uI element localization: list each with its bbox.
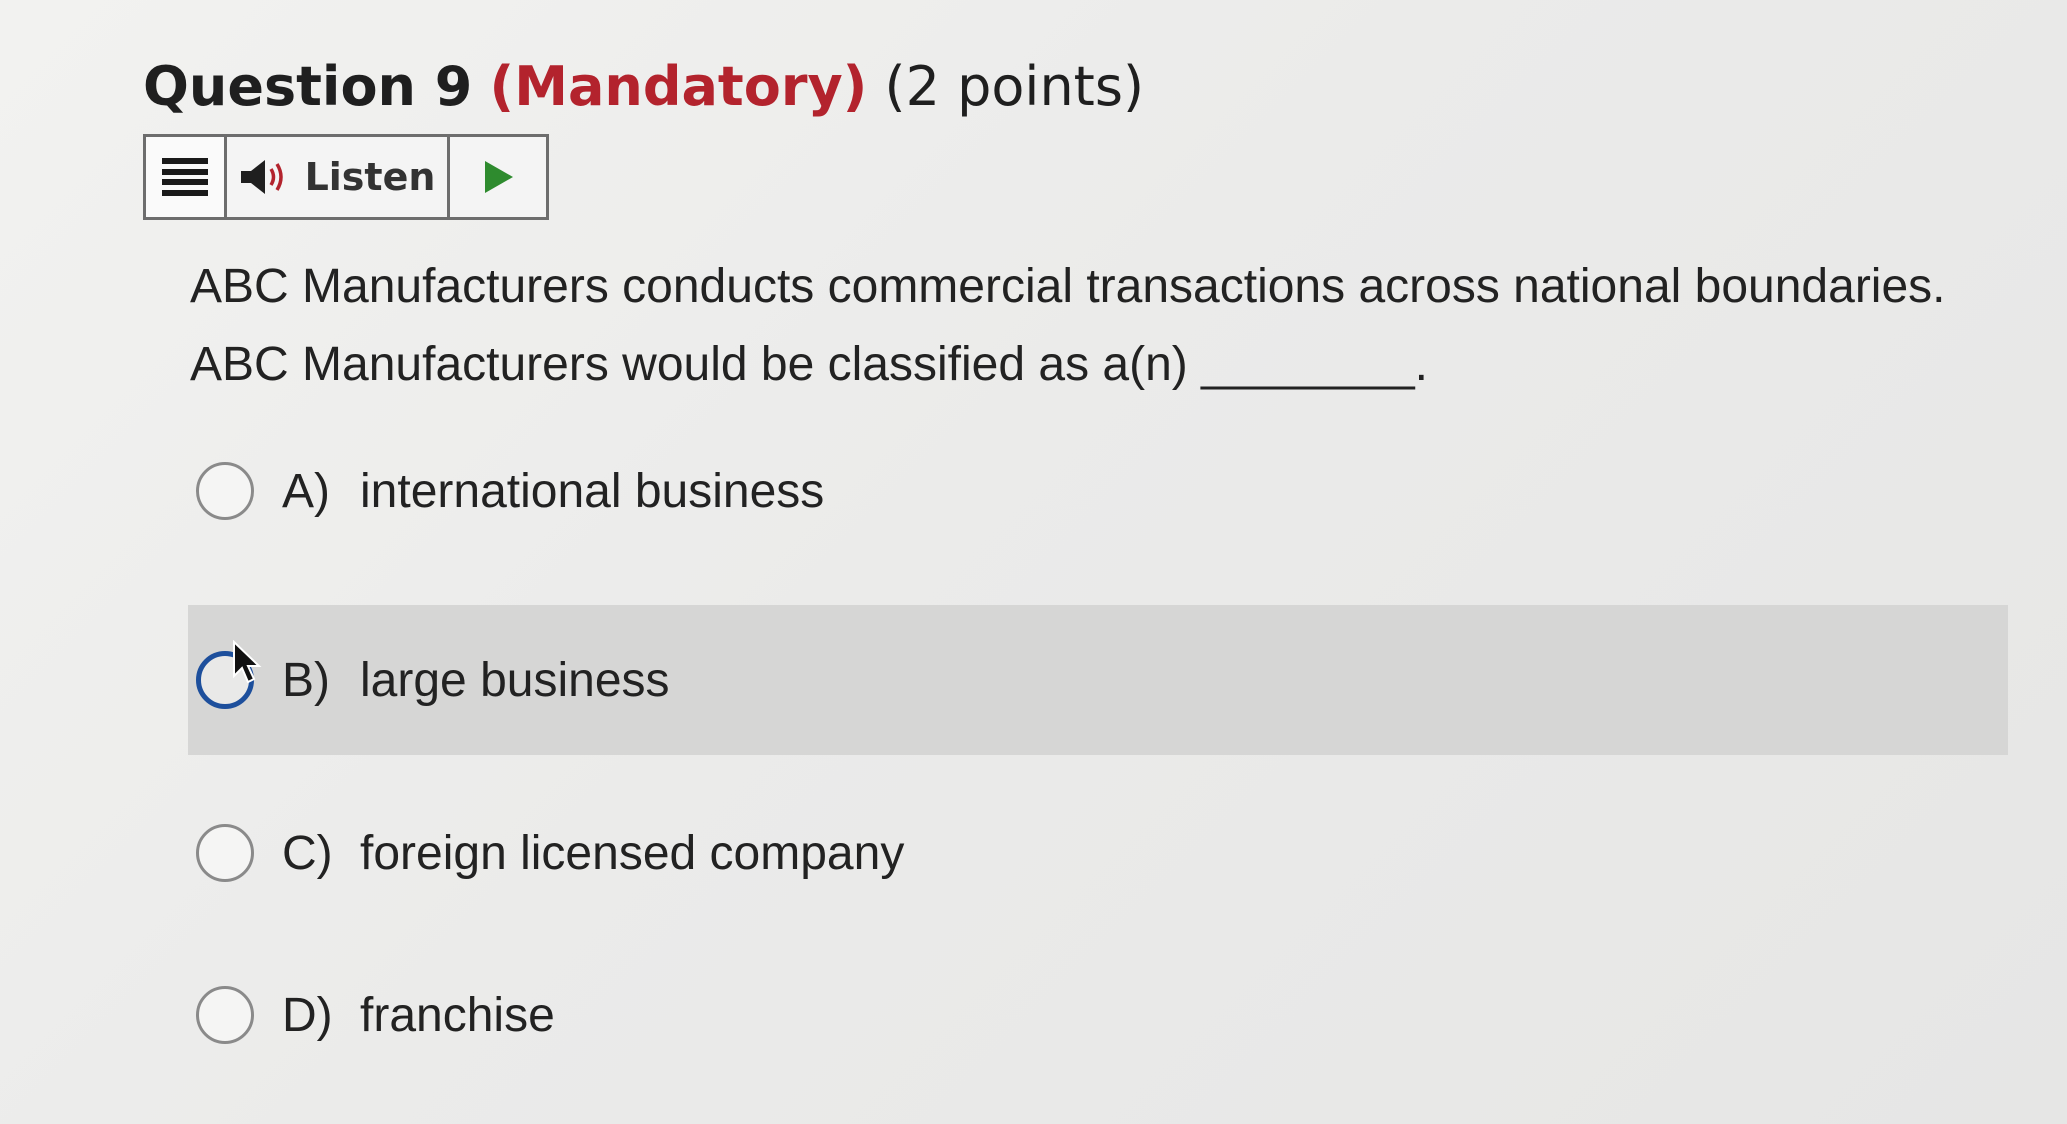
points-label: (2 points)	[884, 55, 1145, 118]
play-icon	[485, 161, 513, 193]
speaker-icon	[240, 160, 283, 194]
option-text: franchise	[360, 988, 555, 1042]
question-number: Question 9	[143, 55, 473, 118]
listen-toolbar: Listen	[143, 134, 549, 220]
option-letter: A)	[282, 464, 330, 518]
radio-button-d[interactable]	[196, 986, 254, 1044]
option-b[interactable]: B) large business	[188, 605, 2008, 755]
option-a[interactable]: A) international business	[188, 416, 2008, 566]
option-text: large business	[360, 653, 670, 707]
option-letter: C)	[282, 826, 333, 880]
hamburger-menu-icon[interactable]	[146, 137, 227, 217]
question-page: Question 9 (Mandatory) (2 points) Listen…	[0, 0, 2067, 1124]
question-text-line2: ABC Manufacturers would be classified as…	[190, 338, 1429, 391]
option-text: international business	[360, 464, 825, 518]
mandatory-label: (Mandatory)	[489, 55, 868, 118]
question-text-line1: ABC Manufacturers conducts commercial tr…	[190, 260, 1946, 313]
radio-button-a[interactable]	[196, 462, 254, 520]
listen-label: Listen	[304, 155, 436, 199]
play-button[interactable]	[450, 137, 546, 217]
option-d[interactable]: D) franchise	[188, 940, 2008, 1090]
option-letter: B)	[282, 653, 330, 707]
option-letter: D)	[282, 988, 333, 1042]
mouse-cursor-icon	[233, 640, 262, 684]
question-text: ABC Manufacturers conducts commercial tr…	[190, 248, 1990, 404]
option-c[interactable]: C) foreign licensed company	[188, 778, 2008, 928]
question-title: Question 9 (Mandatory) (2 points)	[143, 55, 1144, 118]
radio-button-c[interactable]	[196, 824, 254, 882]
listen-button[interactable]: Listen	[227, 137, 450, 217]
option-text: foreign licensed company	[360, 826, 905, 880]
